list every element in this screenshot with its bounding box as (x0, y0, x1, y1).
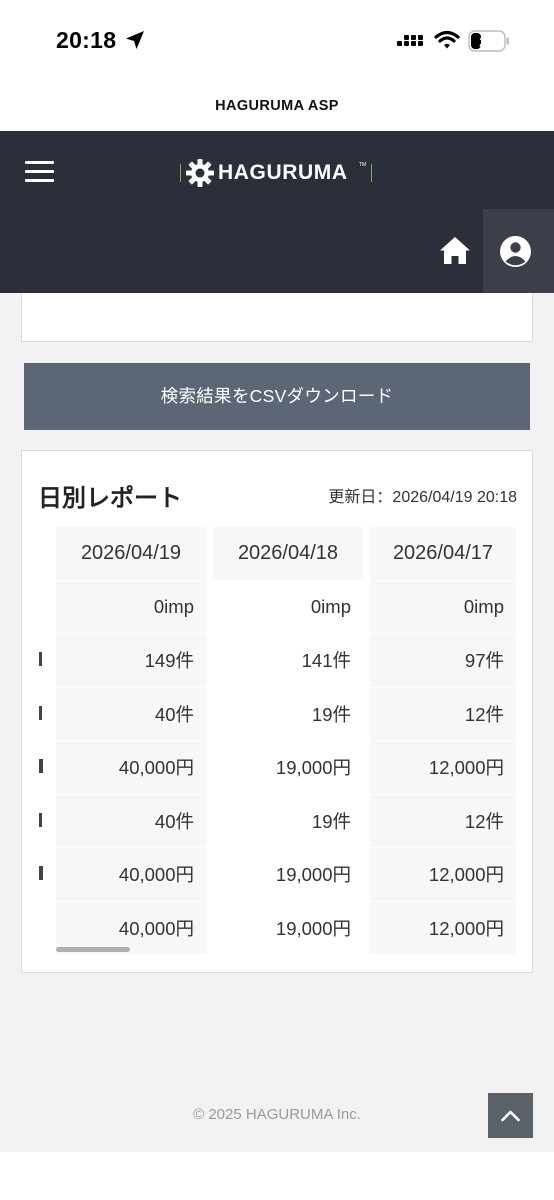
table-row: 0imp 0imp 0imp (36, 580, 516, 634)
wifi-icon (434, 30, 460, 49)
table-row: 40件 19件 12件 (36, 687, 516, 741)
table-cell: 0imp (56, 580, 206, 634)
back-to-top-button[interactable] (488, 1093, 533, 1138)
logo-divider (180, 164, 181, 182)
table-cell: 19件 (213, 687, 363, 741)
location-arrow-icon (126, 31, 144, 49)
report-table: 2026/04/19 2026/04/18 2026/04/17 0imp 0i… (36, 527, 516, 955)
row-label-cell (36, 794, 49, 848)
csv-download-button[interactable]: 検索結果をCSVダウンロード (24, 363, 530, 430)
account-button[interactable] (483, 209, 554, 293)
gear-icon (186, 159, 214, 187)
table-cell: 19,000円 (213, 901, 363, 955)
chevron-up-icon (501, 1110, 520, 1122)
table-header-row: 2026/04/19 2026/04/18 2026/04/17 (36, 527, 516, 581)
report-title: 日別レポート (38, 485, 182, 512)
app-header: HAGURUMA TM (0, 131, 554, 293)
table-cell: 19,000円 (213, 848, 363, 902)
table-cell: 97件 (370, 634, 516, 688)
table-row: 40件 19件 12件 (36, 794, 516, 848)
battery-shape: 27 (468, 30, 509, 52)
search-form-card (21, 293, 533, 342)
site-title-bar: HAGURUMA ASP (0, 84, 554, 131)
home-icon (440, 237, 470, 264)
user-circle-icon (500, 236, 531, 267)
report-updated-date: 更新日：2026/04/19 20:18 (328, 489, 517, 506)
column-header: 2026/04/19 (56, 527, 206, 581)
app-root: 20:18 27 HAGURUMA ASP HAGURUMA TM 検索結果をC… (0, 0, 554, 1200)
logo-trademark: TM (359, 162, 367, 168)
browser-bottom-area (0, 1152, 554, 1200)
table-cell: 40,000円 (56, 848, 206, 902)
table-cell: 12件 (370, 687, 516, 741)
menu-button[interactable] (24, 159, 56, 185)
table-cell: 40件 (56, 794, 206, 848)
battery-icon: 27 (468, 30, 510, 52)
table-cell: 12,000円 (370, 741, 516, 795)
home-button[interactable] (436, 233, 474, 269)
report-table-scroll[interactable]: 2026/04/19 2026/04/18 2026/04/17 0imp 0i… (36, 527, 518, 955)
daily-report-card: 日別レポート 更新日：2026/04/19 20:18 2026/04/19 2… (21, 450, 533, 973)
site-title: HAGURUMA ASP (215, 98, 339, 114)
copyright-text: © 2025 HAGURUMA Inc. (193, 1106, 361, 1123)
table-cell: 0imp (213, 580, 363, 634)
table-cell: 40,000円 (56, 741, 206, 795)
table-row: 149件 141件 97件 (36, 634, 516, 688)
row-label-cell (36, 741, 49, 795)
table-row: 40,000円 19,000円 12,000円 (36, 741, 516, 795)
row-label-cell (36, 848, 49, 902)
battery-level: 27 (479, 34, 495, 50)
row-label-cell (36, 687, 49, 741)
table-cell: 141件 (213, 634, 363, 688)
table-cell: 19件 (213, 794, 363, 848)
horizontal-scrollbar[interactable] (56, 947, 130, 952)
footer: © 2025 HAGURUMA Inc. (0, 1090, 554, 1152)
status-time: 20:18 (56, 27, 117, 53)
signal-icon (397, 35, 423, 46)
table-cell: 19,000円 (213, 741, 363, 795)
row-label-cell (36, 634, 49, 688)
row-label-cell (36, 527, 49, 581)
logo-divider-right (371, 164, 372, 182)
row-label-cell (36, 580, 49, 634)
row-label-cell (36, 901, 49, 955)
status-bar: 20:18 27 (0, 0, 554, 84)
table-cell: 0imp (370, 580, 516, 634)
table-cell: 149件 (56, 634, 206, 688)
table-cell: 12件 (370, 794, 516, 848)
logo-text: HAGURUMA (218, 161, 348, 184)
table-row: 40,000円 19,000円 12,000円 (36, 848, 516, 902)
table-cell: 12,000円 (370, 848, 516, 902)
column-header: 2026/04/18 (213, 527, 363, 581)
logo[interactable]: HAGURUMA TM (180, 156, 374, 192)
table-cell: 12,000円 (370, 901, 516, 955)
table-cell: 40件 (56, 687, 206, 741)
column-header: 2026/04/17 (370, 527, 516, 581)
